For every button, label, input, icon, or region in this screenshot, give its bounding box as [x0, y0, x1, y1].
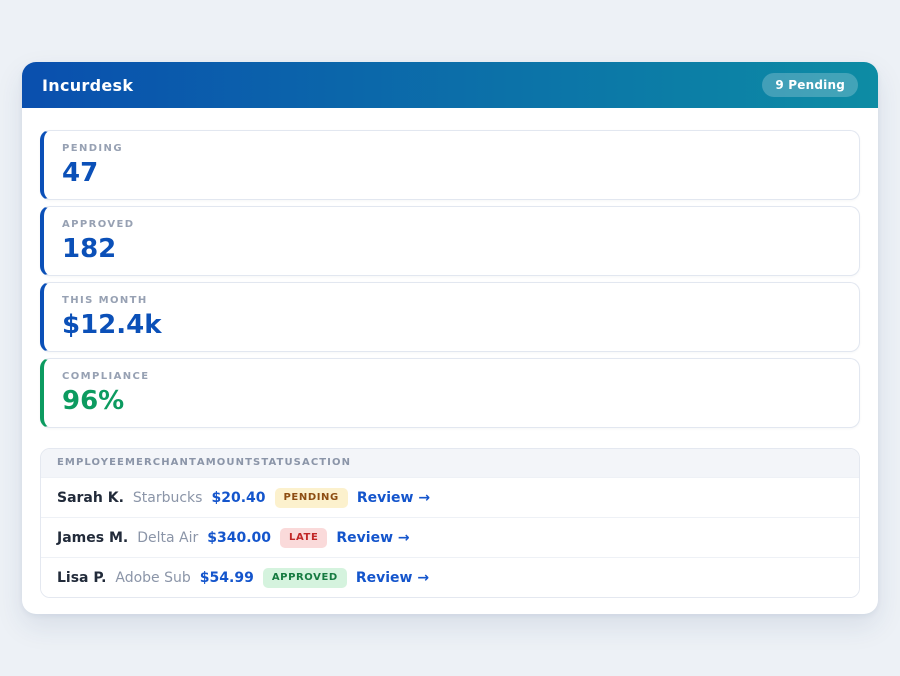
status-badge: APPROVED	[263, 568, 347, 588]
amount-value: $54.99	[200, 570, 254, 586]
table-header-row: EMPLOYEE MERCHANT AMOUNT STATUS ACTION	[41, 449, 859, 477]
stat-label: APPROVED	[62, 219, 841, 231]
table-row: Lisa P. Adobe Sub $54.99 APPROVED Review…	[41, 557, 859, 597]
merchant-name: Starbucks	[133, 490, 203, 506]
stat-card: THIS MONTH $12.4k	[40, 282, 860, 352]
amount-value: $20.40	[211, 490, 265, 506]
column-header: ACTION	[302, 457, 351, 469]
stat-card: APPROVED 182	[40, 206, 860, 276]
panel-body: PENDING 47 APPROVED 182 THIS MONTH $12.4…	[22, 108, 878, 614]
column-header: EMPLOYEE	[57, 457, 125, 469]
table-row: James M. Delta Air $340.00 LATE Review →	[41, 517, 859, 557]
app-header: Incurdesk 9 Pending	[22, 62, 878, 108]
stat-value: $12.4k	[62, 311, 841, 339]
stat-label: PENDING	[62, 143, 841, 155]
stat-card: PENDING 47	[40, 130, 860, 200]
page: { "colors": { "page_bg": "#edf1f6", "hea…	[0, 0, 900, 676]
review-link[interactable]: Review →	[357, 490, 430, 506]
merchant-name: Adobe Sub	[115, 570, 190, 586]
column-header: AMOUNT	[197, 457, 253, 469]
app-panel: Incurdesk 9 Pending PENDING 47 APPROVED …	[22, 62, 878, 614]
merchant-name: Delta Air	[137, 530, 198, 546]
review-link[interactable]: Review →	[336, 530, 409, 546]
stat-value: 182	[62, 235, 841, 263]
stat-card: COMPLIANCE 96%	[40, 358, 860, 428]
employee-name: Sarah K.	[57, 490, 124, 506]
employee-name: Lisa P.	[57, 570, 106, 586]
stat-label: COMPLIANCE	[62, 371, 841, 383]
status-badge: LATE	[280, 528, 327, 548]
app-title: Incurdesk	[42, 76, 133, 95]
stat-label: THIS MONTH	[62, 295, 841, 307]
stat-value: 47	[62, 159, 841, 187]
table-row: Sarah K. Starbucks $20.40 PENDING Review…	[41, 477, 859, 517]
pending-count-badge: 9 Pending	[762, 73, 858, 97]
amount-value: $340.00	[207, 530, 271, 546]
table-body: Sarah K. Starbucks $20.40 PENDING Review…	[41, 477, 859, 597]
stats-list: PENDING 47 APPROVED 182 THIS MONTH $12.4…	[40, 130, 860, 428]
review-link[interactable]: Review →	[356, 570, 429, 586]
column-header: MERCHANT	[125, 457, 197, 469]
expenses-table: EMPLOYEE MERCHANT AMOUNT STATUS ACTION S…	[40, 448, 860, 598]
employee-name: James M.	[57, 530, 128, 546]
stat-value: 96%	[62, 387, 841, 415]
status-badge: PENDING	[275, 488, 348, 508]
column-header: STATUS	[253, 457, 302, 469]
